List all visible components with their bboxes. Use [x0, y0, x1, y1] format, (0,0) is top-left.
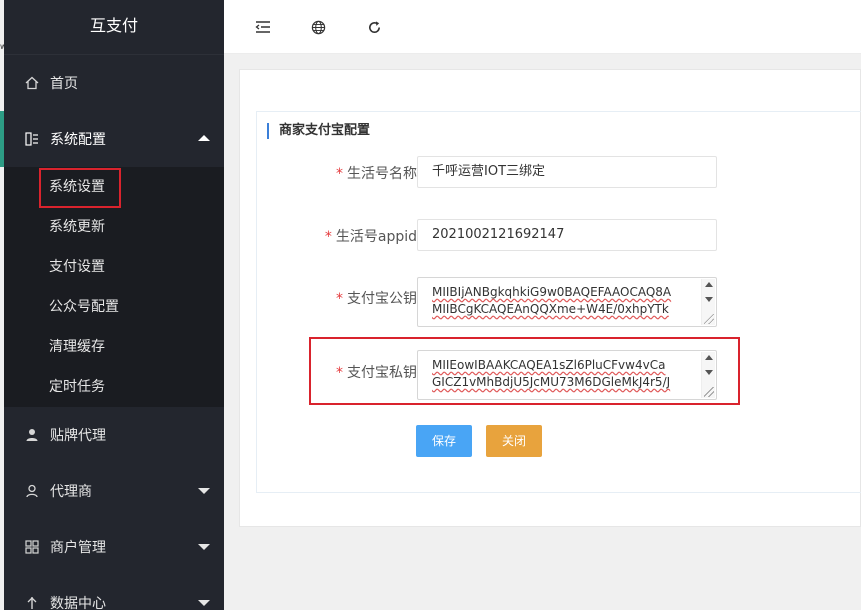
chevron-down-icon — [198, 488, 210, 494]
person-icon — [24, 483, 40, 499]
chevron-down-icon — [198, 600, 210, 606]
sidebar-subitem-label: 清理缓存 — [49, 339, 105, 355]
save-button[interactable]: 保存 — [416, 425, 472, 457]
top-header — [224, 0, 861, 54]
sidebar-subitem-label: 系统更新 — [49, 219, 105, 235]
life-appid-input[interactable]: 2021002121692147 — [417, 219, 717, 251]
chevron-down-icon — [198, 544, 210, 550]
sidebar-subitem-official-account[interactable]: 公众号配置 — [4, 287, 224, 327]
sidebar-subitem-system-settings[interactable]: 系统设置 — [4, 167, 224, 208]
close-button[interactable]: 关闭 — [486, 425, 542, 457]
life-name-input[interactable]: 千呼运营IOT三绑定 — [417, 156, 717, 188]
scroll-down-icon[interactable] — [705, 297, 713, 302]
globe-icon[interactable] — [309, 18, 327, 36]
sidebar-item-data-center[interactable]: 数据中心 — [4, 575, 224, 610]
alipay-public-key-textarea[interactable]: MIIBIjANBgkqhkiG9w0BAQEFAAOCAQ8A MIIBCgK… — [417, 277, 717, 327]
sidebar-subitem-label: 支付设置 — [49, 259, 105, 275]
sidebar-subitem-label: 公众号配置 — [49, 299, 119, 315]
sidebar-item-label: 贴牌代理 — [50, 428, 106, 444]
sidebar-subitem-scheduled-tasks[interactable]: 定时任务 — [4, 367, 224, 407]
chevron-up-icon — [198, 135, 210, 141]
sidebar-subitem-label: 定时任务 — [49, 379, 105, 395]
field-label: * 生活号名称 — [257, 163, 417, 183]
field-label-text: 生活号appid — [335, 229, 417, 245]
sidebar-item-label: 系统配置 — [50, 132, 106, 148]
field-label-text: 支付宝公钥 — [347, 291, 417, 307]
highlight-box — [309, 337, 740, 405]
system-config-submenu: 系统设置 系统更新 支付设置 公众号配置 清理缓存 定时任务 — [4, 167, 224, 407]
config-icon — [24, 131, 40, 147]
sidebar-subitem-clear-cache[interactable]: 清理缓存 — [4, 327, 224, 367]
content-card: 商家支付宝配置 * 生活号名称 千呼运营IOT三绑定 * 生活号appid 2021… — [239, 69, 861, 527]
sidebar-item-system-config[interactable]: 系统配置 — [0, 111, 224, 167]
textarea-line: MIIBCgKCAQEAnQQXme+W4E/0xhpYTk — [432, 302, 669, 316]
user-icon — [24, 427, 40, 443]
field-label-text: 生活号名称 — [347, 166, 417, 182]
app-logo: 互支付 — [4, 0, 224, 55]
sidebar-item-label: 数据中心 — [50, 596, 106, 610]
sidebar-item-merchant[interactable]: 商户管理 — [4, 519, 224, 575]
field-label: * 支付宝公钥 — [257, 288, 417, 308]
sidebar-item-label: 商户管理 — [50, 540, 106, 556]
chart-icon — [24, 595, 40, 610]
refresh-icon[interactable] — [365, 18, 383, 36]
sidebar-item-agent[interactable]: 代理商 — [4, 463, 224, 519]
sidebar-subitem-system-update[interactable]: 系统更新 — [4, 207, 224, 247]
scroll-up-icon[interactable] — [705, 282, 713, 287]
required-mark: * — [336, 291, 343, 307]
home-icon — [24, 75, 40, 91]
sidebar-item-home[interactable]: 首页 — [4, 55, 224, 111]
required-mark: * — [336, 166, 343, 182]
textarea-line: MIIBIjANBgkqhkiG9w0BAQEFAAOCAQ8A — [432, 285, 672, 299]
sidebar: 互支付 首页 系统配置 系统设置 系统更新 支付设置 公众号配置 清理缓存 定时… — [0, 0, 224, 610]
required-mark: * — [324, 229, 332, 245]
menu-toggle-icon[interactable] — [254, 18, 272, 36]
sidebar-item-label: 首页 — [50, 76, 78, 92]
sidebar-subitem-payment-settings[interactable]: 支付设置 — [4, 247, 224, 287]
resize-handle-icon[interactable] — [704, 314, 714, 324]
panel-title: 商家支付宝配置 — [267, 123, 370, 139]
sidebar-item-label: 代理商 — [50, 484, 92, 500]
highlight-box — [39, 168, 121, 208]
field-label: * 生活号appid — [257, 226, 417, 246]
sidebar-item-brand-agent[interactable]: 贴牌代理 — [4, 407, 224, 463]
alipay-config-panel: 商家支付宝配置 * 生活号名称 千呼运营IOT三绑定 * 生活号appid 2021… — [256, 111, 861, 493]
grid-icon — [24, 539, 40, 555]
